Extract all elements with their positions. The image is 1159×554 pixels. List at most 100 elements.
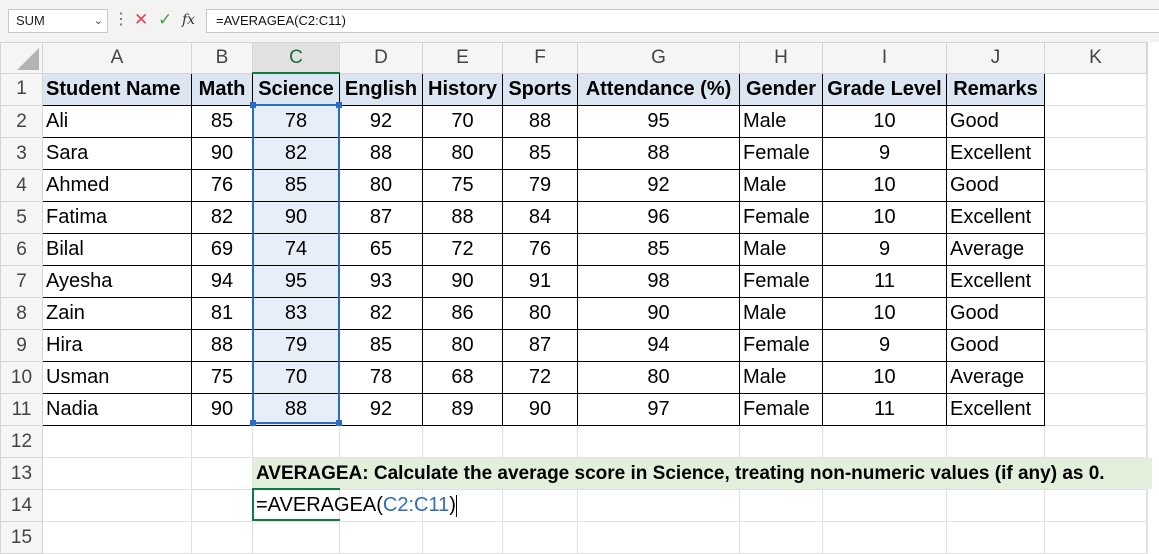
cell-name[interactable]: Sara <box>42 137 192 170</box>
cell-science[interactable]: 78 <box>252 105 340 138</box>
cell-sports[interactable]: 72 <box>502 361 578 394</box>
cell[interactable] <box>1044 329 1147 362</box>
cell-grade[interactable]: 10 <box>822 105 947 138</box>
cell[interactable] <box>422 521 503 554</box>
cell-english[interactable]: 80 <box>339 169 423 202</box>
cell-science[interactable]: 83 <box>252 297 340 330</box>
cell[interactable] <box>1044 201 1147 234</box>
row-header-2[interactable]: 2 <box>0 105 43 138</box>
cell[interactable] <box>42 489 192 522</box>
cell-name[interactable]: Hira <box>42 329 192 362</box>
more-options-icon[interactable]: ⋮ <box>113 9 129 31</box>
cell[interactable] <box>339 425 423 458</box>
cell-math[interactable]: 69 <box>191 233 253 266</box>
cell-history[interactable]: 88 <box>422 201 503 234</box>
cell-math[interactable]: 94 <box>191 265 253 298</box>
cell-remarks[interactable]: Good <box>946 297 1045 330</box>
cell[interactable] <box>1044 169 1147 202</box>
cell-grade[interactable]: 10 <box>822 361 947 394</box>
cell-name[interactable]: Nadia <box>42 393 192 426</box>
header-cell[interactable]: English <box>339 72 423 106</box>
cell[interactable] <box>946 425 1045 458</box>
cell-gender[interactable]: Male <box>739 169 823 202</box>
cell[interactable] <box>1044 265 1147 298</box>
cell-english[interactable]: 93 <box>339 265 423 298</box>
cell-english[interactable]: 65 <box>339 233 423 266</box>
cell-math[interactable]: 90 <box>191 393 253 426</box>
cell[interactable] <box>739 489 823 522</box>
row-header-15[interactable]: 15 <box>0 521 43 554</box>
cell[interactable] <box>577 521 740 554</box>
row-header-8[interactable]: 8 <box>0 297 43 330</box>
chevron-down-icon[interactable]: ⌄ <box>94 10 103 32</box>
cell-english[interactable]: 92 <box>339 105 423 138</box>
cell-remarks[interactable]: Good <box>946 329 1045 362</box>
cell-science[interactable]: 85 <box>252 169 340 202</box>
cell-gender[interactable]: Female <box>739 329 823 362</box>
header-cell[interactable]: Attendance (%) <box>577 72 740 106</box>
cell-gender[interactable]: Male <box>739 105 823 138</box>
cell-sports[interactable]: 88 <box>502 105 578 138</box>
cell[interactable] <box>1044 137 1147 170</box>
cell-attendance[interactable]: 92 <box>577 169 740 202</box>
header-cell[interactable]: Science <box>252 72 340 106</box>
cell-history[interactable]: 70 <box>422 105 503 138</box>
cell-name[interactable]: Usman <box>42 361 192 394</box>
cell-history[interactable]: 68 <box>422 361 503 394</box>
cell-remarks[interactable]: Excellent <box>946 137 1045 170</box>
cell-gender[interactable]: Female <box>739 137 823 170</box>
cell-history[interactable]: 80 <box>422 329 503 362</box>
cell[interactable] <box>739 425 823 458</box>
cell-attendance[interactable]: 80 <box>577 361 740 394</box>
cell-grade[interactable]: 9 <box>822 329 947 362</box>
cell[interactable] <box>1044 361 1147 394</box>
select-all-button[interactable] <box>0 42 43 74</box>
cell-history[interactable]: 75 <box>422 169 503 202</box>
cell-attendance[interactable]: 98 <box>577 265 740 298</box>
cell[interactable] <box>1044 72 1147 106</box>
cell-attendance[interactable]: 97 <box>577 393 740 426</box>
cell-attendance[interactable]: 90 <box>577 297 740 330</box>
column-header-d[interactable]: D <box>339 42 423 74</box>
row-header-9[interactable]: 9 <box>0 329 43 362</box>
cell-sports[interactable]: 84 <box>502 201 578 234</box>
cell-remarks[interactable]: Excellent <box>946 393 1045 426</box>
cell[interactable] <box>252 425 340 458</box>
column-header-i[interactable]: I <box>822 42 947 74</box>
row-header-10[interactable]: 10 <box>0 361 43 394</box>
column-header-j[interactable]: J <box>946 42 1045 74</box>
cell-sports[interactable]: 76 <box>502 233 578 266</box>
cell[interactable] <box>42 425 192 458</box>
cell-science[interactable]: 90 <box>252 201 340 234</box>
cell[interactable] <box>42 521 192 554</box>
cell[interactable] <box>1044 393 1147 426</box>
formula-input[interactable]: =AVERAGEA(C2:C11) <box>206 9 1159 33</box>
fx-icon[interactable]: fx <box>182 9 195 31</box>
cell[interactable] <box>191 489 253 522</box>
row-header-11[interactable]: 11 <box>0 393 43 426</box>
note-cell[interactable]: AVERAGEA: Calculate the average score in… <box>252 457 1152 490</box>
cell-grade[interactable]: 9 <box>822 137 947 170</box>
row-header-6[interactable]: 6 <box>0 233 43 266</box>
close-icon[interactable]: ✕ <box>134 9 148 31</box>
cell-remarks[interactable]: Average <box>946 233 1045 266</box>
row-header-13[interactable]: 13 <box>0 457 43 490</box>
row-header-7[interactable]: 7 <box>0 265 43 298</box>
cell-remarks[interactable]: Excellent <box>946 265 1045 298</box>
active-cell-c14[interactable]: =AVERAGEA(C2:C11) <box>252 489 457 522</box>
cell-grade[interactable]: 10 <box>822 169 947 202</box>
cell-history[interactable]: 86 <box>422 297 503 330</box>
cell-science[interactable]: 95 <box>252 265 340 298</box>
cell-english[interactable]: 85 <box>339 329 423 362</box>
formula-editor-text[interactable]: =AVERAGEA(C2:C11) <box>253 490 457 521</box>
cell-grade[interactable]: 11 <box>822 265 947 298</box>
cell[interactable] <box>1044 105 1147 138</box>
row-header-5[interactable]: 5 <box>0 201 43 234</box>
cell-sports[interactable]: 87 <box>502 329 578 362</box>
cell-science[interactable]: 74 <box>252 233 340 266</box>
cell-name[interactable]: Zain <box>42 297 192 330</box>
cell-history[interactable]: 89 <box>422 393 503 426</box>
cell-grade[interactable]: 10 <box>822 297 947 330</box>
cell-math[interactable]: 76 <box>191 169 253 202</box>
cell[interactable] <box>1044 489 1147 522</box>
